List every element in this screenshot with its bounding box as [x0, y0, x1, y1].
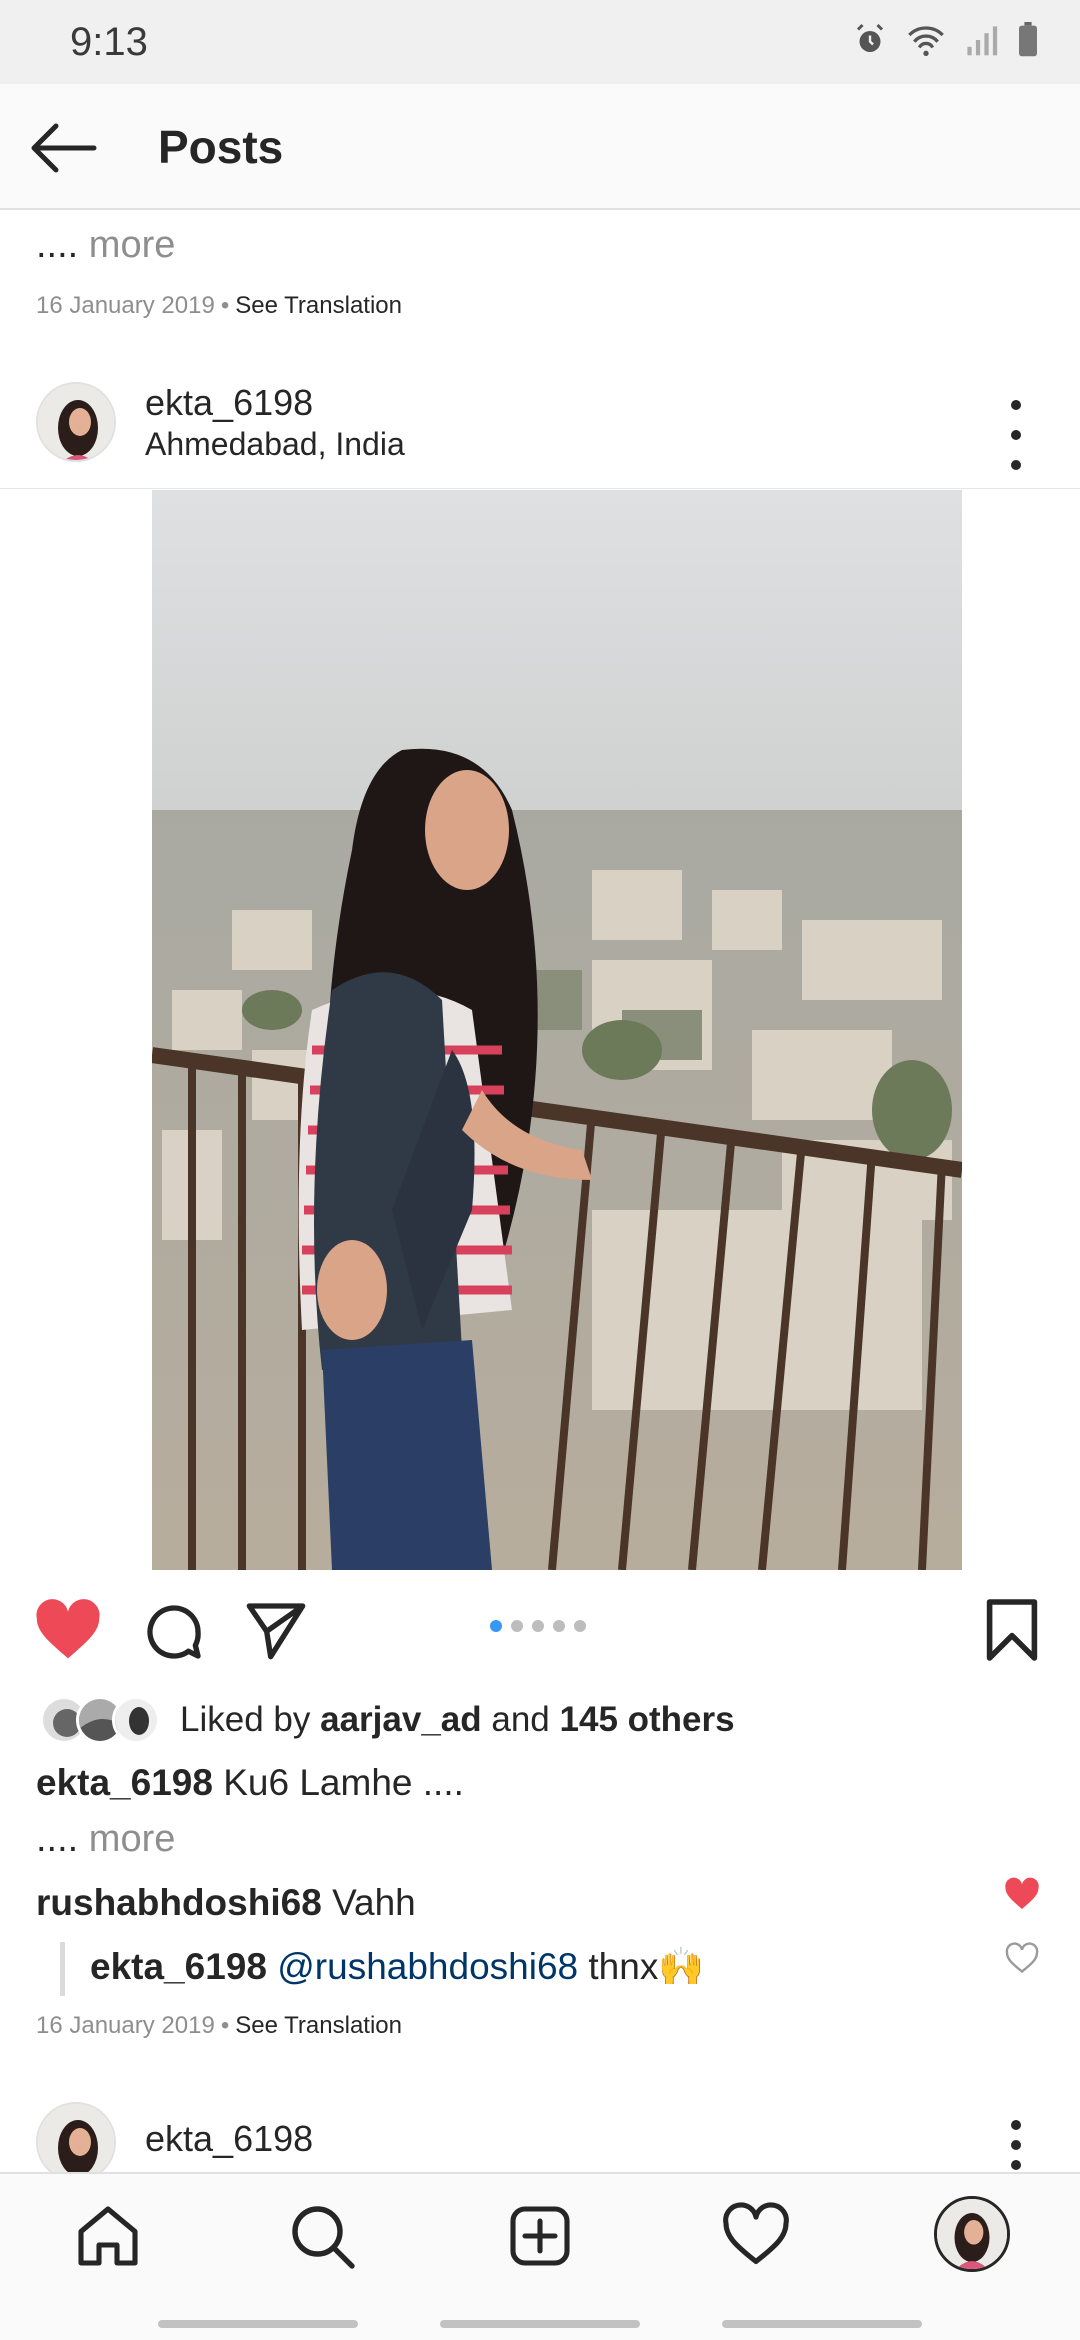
home-icon: [78, 2206, 138, 2266]
carousel-dot: [553, 1620, 565, 1632]
dot: [1011, 460, 1021, 470]
liker-avatars: [40, 1696, 160, 1744]
page-title: Posts: [158, 121, 284, 173]
post-options-button[interactable]: [1006, 2120, 1026, 2170]
dot: [1011, 430, 1021, 440]
more-link: more: [88, 1818, 176, 1860]
comment-like-heart-icon[interactable]: [1004, 1876, 1040, 1912]
reply-indent-bar: [60, 1942, 65, 1996]
likes-connector: and: [491, 1700, 550, 1739]
gesture-bar[interactable]: [440, 2320, 640, 2328]
more-dots: ....: [36, 224, 79, 266]
carousel-dot: [532, 1620, 544, 1632]
alarm-icon: [856, 23, 884, 52]
back-button[interactable]: [28, 112, 100, 184]
nav-profile[interactable]: [934, 2196, 1010, 2272]
post-options-button[interactable]: [1006, 400, 1026, 470]
carousel-indicator: [490, 1620, 586, 1632]
dot: [1011, 2140, 1021, 2150]
mention-link[interactable]: @rushabhdoshi68: [277, 1946, 578, 1987]
first-liker-link[interactable]: aarjav_ad: [320, 1700, 482, 1739]
signal-icon: [967, 26, 998, 56]
separator: •: [220, 2012, 230, 2039]
separator: •: [220, 292, 230, 319]
comment-text: Vahh: [332, 1882, 416, 1923]
like-heart-icon[interactable]: [34, 1598, 102, 1662]
post-location[interactable]: Ahmedabad, India: [145, 426, 405, 463]
dot: [1011, 2160, 1021, 2170]
share-icon[interactable]: [244, 1600, 308, 1660]
see-translation-link[interactable]: See Translation: [235, 2012, 402, 2039]
post-caption: ekta_6198 Ku6 Lamhe ....: [36, 1762, 464, 1804]
nav-search[interactable]: [286, 2200, 358, 2272]
post-date: 16 January 2019: [36, 2012, 215, 2039]
post-username[interactable]: ekta_6198: [145, 382, 313, 424]
profile-avatar: [937, 2199, 1007, 2269]
post-image[interactable]: [152, 490, 962, 1570]
post-actions: [0, 1590, 1080, 1680]
battery-icon: [1019, 22, 1037, 57]
caption-more[interactable]: .... more: [36, 1818, 175, 1861]
next-post-username[interactable]: ekta_6198: [145, 2118, 313, 2160]
app-header: Posts: [0, 84, 1080, 210]
nav-activity[interactable]: [720, 2200, 792, 2272]
liker-avatar: [112, 1696, 160, 1744]
avatar-image: [38, 2104, 114, 2180]
search-icon: [292, 2206, 355, 2269]
gesture-bar[interactable]: [158, 2320, 358, 2328]
divider: [0, 488, 1080, 489]
avatar-image: [38, 384, 114, 460]
comment-text: thnx🙌: [588, 1946, 705, 1987]
caption-username[interactable]: ekta_6198: [36, 1762, 213, 1803]
likes-row[interactable]: Liked by aarjav_ad and 145 others: [40, 1692, 735, 1748]
avatar[interactable]: [36, 2102, 116, 2182]
more-dots: ....: [36, 1818, 79, 1860]
avatar[interactable]: [36, 382, 116, 462]
save-bookmark-icon[interactable]: [984, 1596, 1040, 1664]
carousel-dot: [511, 1620, 523, 1632]
post-photo: [152, 490, 962, 1570]
new-post-icon: [510, 2206, 570, 2266]
dot: [1011, 2120, 1021, 2130]
activity-heart-icon: [723, 2202, 789, 2265]
more-link: more: [88, 224, 176, 266]
status-bar: 9:13: [0, 0, 1080, 84]
comment: rushabhdoshi68 Vahh: [36, 1882, 416, 1924]
status-icons: [852, 22, 1040, 58]
post-meta: 16 January 2019 • See Translation: [36, 2012, 402, 2040]
previous-post-meta: 16 January 2019 • See Translation: [36, 292, 402, 320]
back-arrow-icon: [31, 123, 97, 173]
comment-icon[interactable]: [142, 1600, 206, 1664]
nav-new-post[interactable]: [504, 2200, 576, 2272]
comment-username[interactable]: rushabhdoshi68: [36, 1882, 322, 1923]
likes-prefix: Liked by: [180, 1700, 311, 1739]
comment-username[interactable]: ekta_6198: [90, 1946, 267, 1987]
comment-like-heart-icon[interactable]: [1004, 1940, 1040, 1976]
nav-home[interactable]: [72, 2200, 144, 2272]
bottom-navigation: [0, 2172, 1080, 2340]
likes-text: Liked by aarjav_ad and 145 others: [180, 1700, 735, 1740]
caption-text: Ku6 Lamhe ....: [223, 1762, 464, 1803]
carousel-dot-active: [490, 1620, 502, 1632]
likes-others-link[interactable]: 145 others: [560, 1700, 735, 1739]
reply-comment: ekta_6198 @rushabhdoshi68 thnx🙌: [90, 1946, 704, 1989]
previous-caption-more[interactable]: .... more: [36, 224, 175, 267]
gesture-bar[interactable]: [722, 2320, 922, 2328]
carousel-dot: [574, 1620, 586, 1632]
wifi-icon: [908, 26, 944, 56]
status-time: 9:13: [70, 20, 148, 64]
post-date: 16 January 2019: [36, 292, 215, 319]
see-translation-link[interactable]: See Translation: [235, 292, 402, 319]
dot: [1011, 400, 1021, 410]
